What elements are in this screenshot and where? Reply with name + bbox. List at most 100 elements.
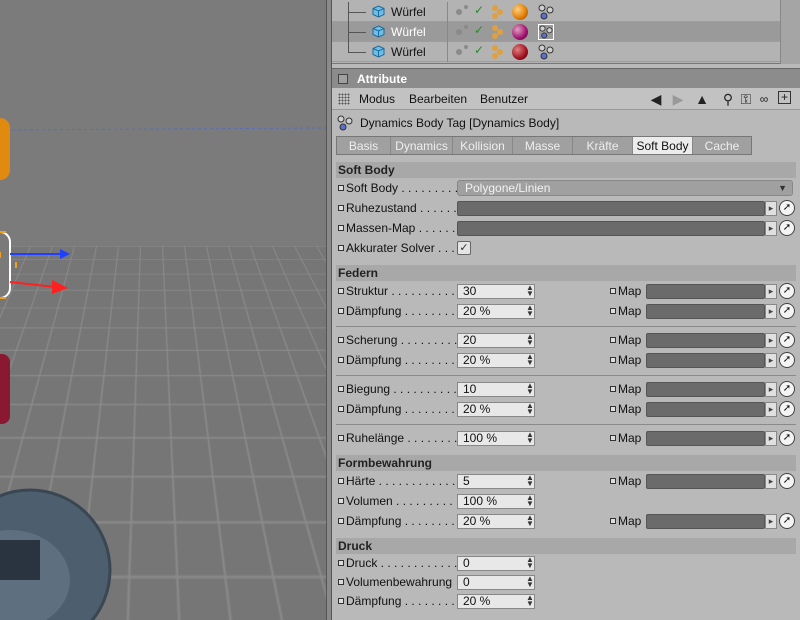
link-arrow-icon[interactable]: ▸ xyxy=(765,431,777,446)
orange-material-icon[interactable] xyxy=(512,4,528,20)
stepper-icon[interactable]: ▲ ▼ xyxy=(526,576,532,588)
link-arrow-icon[interactable]: ▸ xyxy=(765,402,777,417)
keyframe-dot[interactable] xyxy=(338,225,344,231)
akkurater-solver-checkbox[interactable]: ✓ xyxy=(457,241,471,255)
daempfung-field[interactable]: 20 % ▲ ▼ xyxy=(457,353,535,368)
dynamics-tag-icon-selected[interactable] xyxy=(538,24,554,40)
material-tags-icon[interactable] xyxy=(490,24,506,40)
pick-arrow-icon[interactable]: ➚ xyxy=(779,352,795,368)
stepper-icon[interactable]: ▲ ▼ xyxy=(526,403,532,415)
keyframe-dot[interactable] xyxy=(610,357,616,363)
search-icon[interactable]: ⚲ xyxy=(720,91,736,107)
pick-arrow-icon[interactable]: ➚ xyxy=(779,303,795,319)
tab-basis[interactable]: Basis xyxy=(337,137,391,154)
dynamics-tag-icon[interactable] xyxy=(538,44,554,60)
editor-visibility-dot[interactable] xyxy=(456,9,462,15)
stepper-icon[interactable]: ▲ ▼ xyxy=(526,285,532,297)
ruhelaenge-field[interactable]: 100 % ▲ ▼ xyxy=(457,431,535,446)
keyframe-dot[interactable] xyxy=(338,205,344,211)
keyframe-dot[interactable] xyxy=(338,478,344,484)
keyframe-dot[interactable] xyxy=(338,288,344,294)
soft-body-dropdown[interactable]: Polygone/Linien ▼ xyxy=(457,180,793,196)
material-tags-icon[interactable] xyxy=(490,4,506,20)
section-formbewahrung[interactable]: Formbewahrung xyxy=(336,455,796,471)
daempfung-field[interactable]: 20 % ▲ ▼ xyxy=(457,402,535,417)
editor-visibility-dot[interactable] xyxy=(456,49,462,55)
object-row-selected[interactable]: Würfel ✓ xyxy=(332,22,780,42)
tab-kollision[interactable]: Kollision xyxy=(453,137,513,154)
keyframe-dot[interactable] xyxy=(338,337,344,343)
keyframe-dot[interactable] xyxy=(610,386,616,392)
menu-bearbeiten[interactable]: Bearbeiten xyxy=(409,92,467,106)
link-arrow-icon[interactable]: ▸ xyxy=(765,474,777,489)
link-arrow-icon[interactable]: ▸ xyxy=(765,333,777,348)
druck-field[interactable]: 0 ▲ ▼ xyxy=(457,556,535,571)
object-manager-scrollbar[interactable] xyxy=(780,0,800,64)
keyframe-dot[interactable] xyxy=(338,406,344,412)
volumen-field[interactable]: 100 % ▲ ▼ xyxy=(457,494,535,509)
section-druck[interactable]: Druck xyxy=(336,538,796,554)
keyframe-dot[interactable] xyxy=(338,498,344,504)
pick-arrow-icon[interactable]: ➚ xyxy=(779,430,795,446)
daempfung-map-field[interactable] xyxy=(646,353,765,368)
keyframe-dot[interactable] xyxy=(338,308,344,314)
stepper-icon[interactable]: ▲ ▼ xyxy=(526,305,532,317)
stepper-icon[interactable]: ▲ ▼ xyxy=(526,515,532,527)
keyframe-dot[interactable] xyxy=(610,337,616,343)
pick-arrow-icon[interactable]: ➚ xyxy=(779,220,795,236)
haerte-map-field[interactable] xyxy=(646,474,765,489)
pick-arrow-icon[interactable]: ➚ xyxy=(779,473,795,489)
massen-map-link-field[interactable] xyxy=(457,221,765,236)
back-arrow-icon[interactable]: ◀ xyxy=(648,91,664,107)
render-visibility-dot[interactable] xyxy=(464,25,468,29)
3d-viewport[interactable] xyxy=(0,0,326,620)
link-icon[interactable]: ∞ xyxy=(756,91,772,107)
keyframe-dot[interactable] xyxy=(610,406,616,412)
tab-kraefte[interactable]: Kräfte xyxy=(573,137,633,154)
menu-modus[interactable]: Modus xyxy=(359,92,395,106)
biegung-map-field[interactable] xyxy=(646,382,765,397)
keyframe-dot[interactable] xyxy=(338,245,344,251)
daempfung-field[interactable]: 20 % ▲ ▼ xyxy=(457,304,535,319)
pick-arrow-icon[interactable]: ➚ xyxy=(779,200,795,216)
stepper-icon[interactable]: ▲ ▼ xyxy=(526,432,532,444)
keyframe-dot[interactable] xyxy=(338,579,344,585)
ruhezustand-link-field[interactable] xyxy=(457,201,765,216)
magenta-material-icon[interactable] xyxy=(512,24,528,40)
link-arrow-icon[interactable]: ▸ xyxy=(765,353,777,368)
link-arrow-icon[interactable]: ▸ xyxy=(765,514,777,529)
daempfung-field[interactable]: 20 % ▲ ▼ xyxy=(457,514,535,529)
stepper-icon[interactable]: ▲ ▼ xyxy=(526,475,532,487)
stepper-icon[interactable]: ▲ ▼ xyxy=(526,383,532,395)
stepper-icon[interactable]: ▲ ▼ xyxy=(526,354,532,366)
link-arrow-icon[interactable]: ▸ xyxy=(765,284,777,299)
forward-arrow-icon[interactable]: ▶ xyxy=(670,91,686,107)
keyframe-dot[interactable] xyxy=(338,518,344,524)
keyframe-dot[interactable] xyxy=(338,598,344,604)
object-row[interactable]: Würfel ✓ xyxy=(332,2,780,22)
keyframe-dot[interactable] xyxy=(338,386,344,392)
stepper-icon[interactable]: ▲ ▼ xyxy=(526,595,532,607)
link-arrow-icon[interactable]: ▸ xyxy=(765,382,777,397)
stepper-icon[interactable]: ▲ ▼ xyxy=(526,334,532,346)
section-soft-body[interactable]: Soft Body xyxy=(336,162,796,178)
link-arrow-icon[interactable]: ▸ xyxy=(765,221,777,236)
dynamics-tag-icon[interactable] xyxy=(538,4,554,20)
daempfung-map-field[interactable] xyxy=(646,402,765,417)
new-panel-icon[interactable]: + xyxy=(778,91,791,104)
editor-visibility-dot[interactable] xyxy=(456,29,462,35)
biegung-field[interactable]: 10 ▲ ▼ xyxy=(457,382,535,397)
stepper-icon[interactable]: ▲ ▼ xyxy=(526,495,532,507)
render-visibility-dot[interactable] xyxy=(464,45,468,49)
keyframe-dot[interactable] xyxy=(610,518,616,524)
section-federn[interactable]: Federn xyxy=(336,265,796,281)
keyframe-dot[interactable] xyxy=(610,435,616,441)
struktur-map-field[interactable] xyxy=(646,284,765,299)
scherung-map-field[interactable] xyxy=(646,333,765,348)
pick-arrow-icon[interactable]: ➚ xyxy=(779,401,795,417)
pick-arrow-icon[interactable]: ➚ xyxy=(779,381,795,397)
panel-menu-icon[interactable] xyxy=(338,74,348,84)
scherung-field[interactable]: 20 ▲ ▼ xyxy=(457,333,535,348)
keyframe-dot[interactable] xyxy=(338,435,344,441)
red-material-icon[interactable] xyxy=(512,44,528,60)
